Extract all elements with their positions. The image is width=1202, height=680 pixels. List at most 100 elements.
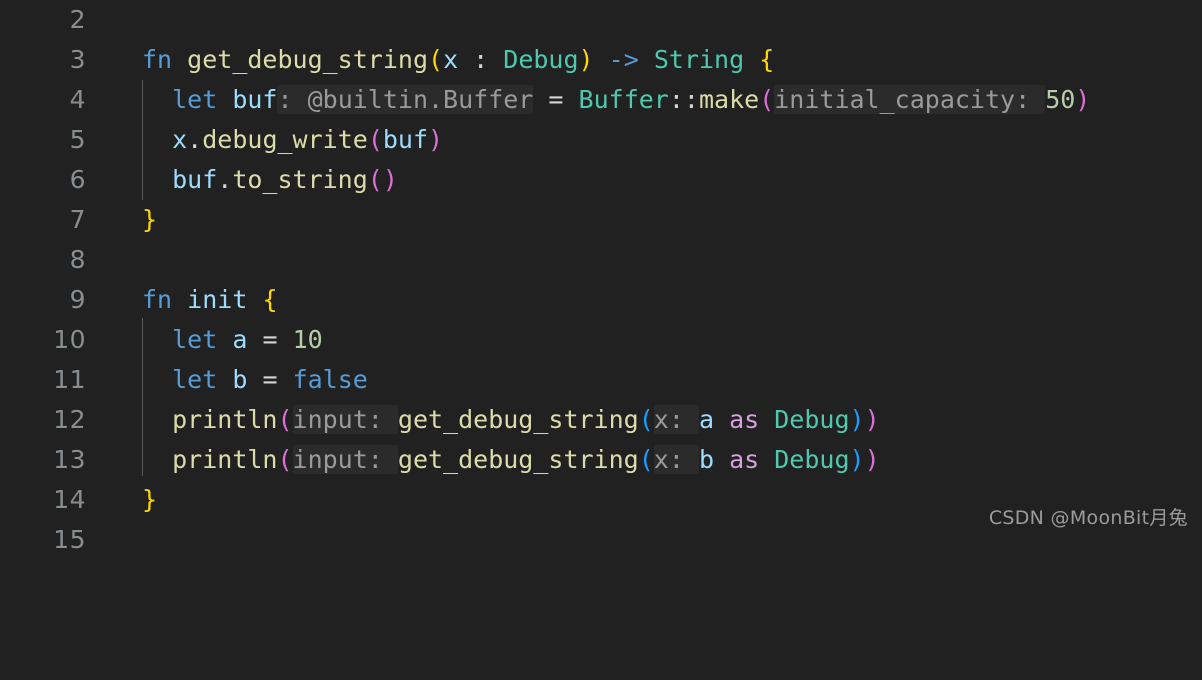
token-type-debug: Debug xyxy=(774,445,850,474)
inlay-hint-x-1: x: xyxy=(653,405,699,434)
token-variable-buf: buf xyxy=(382,125,429,154)
token-dot: . xyxy=(217,165,233,194)
editor-line[interactable]: 10 let a = 10 xyxy=(0,320,1202,360)
line-number: 14 xyxy=(53,485,86,514)
token-paren-close: ) xyxy=(849,405,865,434)
token-type-buffer: Buffer xyxy=(578,85,669,114)
token-variable-a: a xyxy=(232,325,248,354)
line-content[interactable]: fn init { xyxy=(142,280,278,320)
token-type-string: String xyxy=(653,45,745,74)
token-function-get-debug-string: get_debug_string xyxy=(397,405,639,434)
line-number: 13 xyxy=(53,445,86,474)
token-variable-x: x xyxy=(172,125,188,154)
token-paren-close: ) xyxy=(1075,85,1091,114)
token-equals: = xyxy=(262,325,278,354)
inlay-hint-type-buf: : @builtin.Buffer xyxy=(277,85,534,114)
token-paren-open: ( xyxy=(277,405,293,434)
token-brace-close: } xyxy=(142,205,158,234)
line-content[interactable]: } xyxy=(142,200,157,240)
token-function-get-debug-string: get_debug_string xyxy=(397,445,639,474)
token-keyword-fn: fn xyxy=(142,45,173,74)
editor-line[interactable]: 12 println(input: get_debug_string(x: a … xyxy=(0,400,1202,440)
token-brace-open: { xyxy=(759,45,775,74)
token-variable-a: a xyxy=(698,405,714,434)
line-content[interactable]: } xyxy=(142,480,157,520)
token-paren-open: ( xyxy=(759,85,775,114)
line-content[interactable]: let b = false xyxy=(142,360,368,400)
editor-line[interactable]: 13 println(input: get_debug_string(x: b … xyxy=(0,440,1202,480)
line-number: 15 xyxy=(53,525,86,554)
token-colon: : xyxy=(458,45,504,74)
token-paren-close: ) xyxy=(578,45,594,74)
token-method-debug-write: debug_write xyxy=(202,125,368,154)
token-paren-close: ) xyxy=(382,165,398,194)
token-param-x: x xyxy=(443,45,459,74)
token-paren-open: ( xyxy=(367,125,383,154)
token-arrow: -> xyxy=(608,45,639,74)
token-keyword-let: let xyxy=(172,365,218,394)
token-literal-false: false xyxy=(292,365,368,394)
token-variable-buf: buf xyxy=(172,165,218,194)
line-number: 2 xyxy=(69,5,86,34)
token-paren-close: ) xyxy=(864,405,880,434)
line-number: 8 xyxy=(69,245,86,274)
token-type-debug: Debug xyxy=(774,405,850,434)
editor-line[interactable]: 5 x.debug_write(buf) xyxy=(0,120,1202,160)
token-keyword-as: as xyxy=(729,405,760,434)
line-content[interactable]: fn get_debug_string(x : Debug) -> String… xyxy=(142,40,774,80)
line-content[interactable]: buf.to_string() xyxy=(142,160,398,200)
token-function-init: init xyxy=(187,285,248,314)
line-number: 6 xyxy=(69,165,86,194)
token-keyword-let: let xyxy=(172,85,218,114)
line-number: 9 xyxy=(69,285,86,314)
inlay-hint-input-1: input: xyxy=(292,405,398,434)
token-number-50: 50 xyxy=(1045,85,1076,114)
line-content[interactable]: x.debug_write(buf) xyxy=(142,120,443,160)
editor-line[interactable]: 3 fn get_debug_string(x : Debug) -> Stri… xyxy=(0,40,1202,80)
token-number-10: 10 xyxy=(292,325,323,354)
token-function-make: make xyxy=(698,85,760,114)
editor-line[interactable]: 6 buf.to_string() xyxy=(0,160,1202,200)
token-variable-b: b xyxy=(232,365,248,394)
token-paren-open: ( xyxy=(367,165,383,194)
token-double-colon: :: xyxy=(668,85,699,114)
inlay-hint-input-2: input: xyxy=(292,445,398,474)
token-paren-open: ( xyxy=(277,445,293,474)
line-number: 12 xyxy=(53,405,86,434)
line-content[interactable]: println(input: get_debug_string(x: a as … xyxy=(142,400,880,440)
line-content[interactable]: let a = 10 xyxy=(142,320,323,360)
token-brace-close: } xyxy=(142,485,158,514)
token-paren-open: ( xyxy=(638,445,654,474)
token-method-to-string: to_string xyxy=(232,165,368,194)
editor-line[interactable]: 4 let buf: @builtin.Buffer = Buffer::mak… xyxy=(0,80,1202,120)
watermark: CSDN @MoonBit月兔 xyxy=(988,507,1188,529)
token-brace-open: { xyxy=(262,285,278,314)
code-editor[interactable]: 2 3 fn get_debug_string(x : Debug) -> St… xyxy=(0,0,1202,554)
token-paren-close: ) xyxy=(864,445,880,474)
token-keyword-as: as xyxy=(729,445,760,474)
line-number: 10 xyxy=(53,325,86,354)
editor-line[interactable]: 2 xyxy=(0,0,1202,40)
token-variable-buf: buf xyxy=(232,85,278,114)
editor-line[interactable]: 8 xyxy=(0,240,1202,280)
line-number: 4 xyxy=(69,85,86,114)
token-keyword-let: let xyxy=(172,325,218,354)
line-content[interactable]: println(input: get_debug_string(x: b as … xyxy=(142,440,880,480)
token-paren-open: ( xyxy=(638,405,654,434)
line-number: 5 xyxy=(69,125,86,154)
token-equals: = xyxy=(262,365,278,394)
editor-line[interactable]: 7 } xyxy=(0,200,1202,240)
line-content[interactable]: let buf: @builtin.Buffer = Buffer::make(… xyxy=(142,80,1090,120)
line-number: 3 xyxy=(69,45,86,74)
inlay-hint-x-2: x: xyxy=(653,445,699,474)
token-function-println: println xyxy=(172,405,278,434)
token-variable-b: b xyxy=(698,445,714,474)
token-type-debug: Debug xyxy=(503,45,579,74)
editor-line[interactable]: 9 fn init { xyxy=(0,280,1202,320)
token-equals: = xyxy=(548,85,564,114)
token-paren-close: ) xyxy=(428,125,444,154)
line-number: 11 xyxy=(53,365,86,394)
line-number: 7 xyxy=(69,205,86,234)
editor-line[interactable]: 11 let b = false xyxy=(0,360,1202,400)
token-function-name: get_debug_string xyxy=(187,45,428,74)
